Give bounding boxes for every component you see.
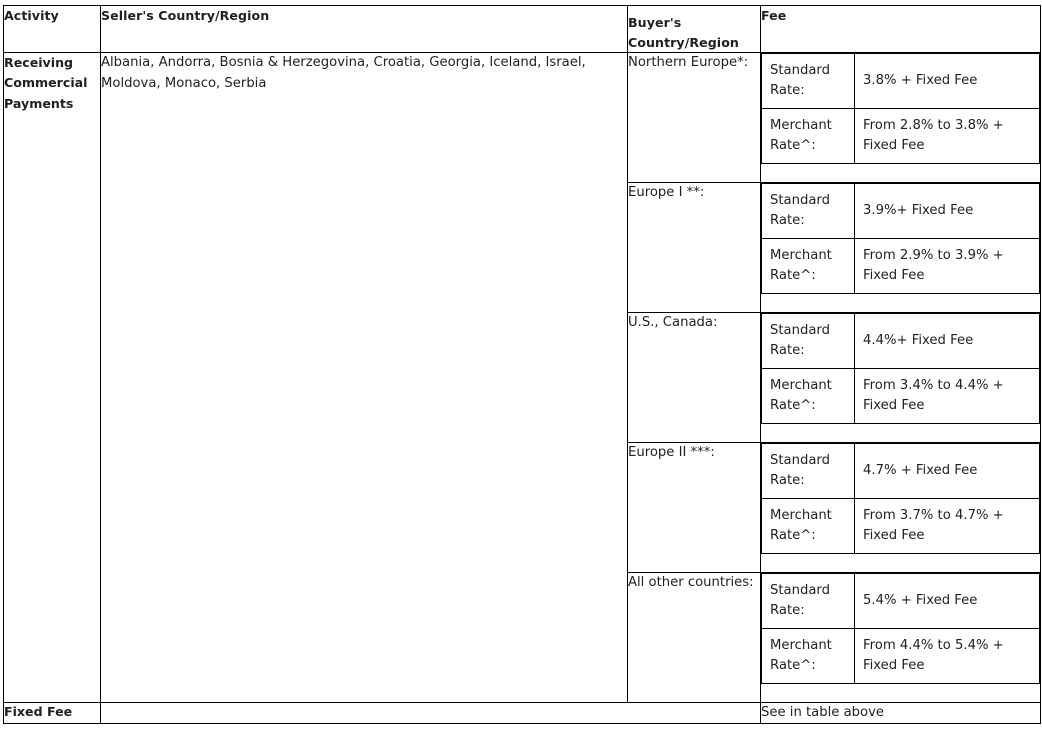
rate-table: Standard Rate: 4.7% + Fixed Fee Merchant…	[761, 443, 1040, 555]
fee-cell: Standard Rate: 4.4%+ Fixed Fee Merchant …	[760, 312, 1041, 444]
standard-rate-row: Standard Rate: 4.7% + Fixed Fee	[761, 443, 1040, 500]
merchant-rate-label: Merchant Rate^:	[761, 368, 855, 425]
merchant-rate-value: From 2.8% to 3.8% + Fixed Fee	[854, 108, 1040, 165]
fee-cell: Standard Rate: 3.9%+ Fixed Fee Merchant …	[760, 182, 1041, 314]
seller-country-cell: Albania, Andorra, Bosnia & Herzegovina, …	[100, 52, 628, 704]
merchant-rate-value: From 3.4% to 4.4% + Fixed Fee	[854, 368, 1040, 425]
fee-cell: Standard Rate: 5.4% + Fixed Fee Merchant…	[760, 572, 1041, 704]
fixed-fee-label: Fixed Fee	[3, 702, 101, 724]
fixed-fee-value: See in table above	[760, 702, 1041, 724]
standard-rate-row: Standard Rate: 3.8% + Fixed Fee	[761, 53, 1040, 110]
rate-table: Standard Rate: 3.9%+ Fixed Fee Merchant …	[761, 183, 1040, 295]
standard-rate-row: Standard Rate: 3.9%+ Fixed Fee	[761, 183, 1040, 240]
merchant-rate-row: Merchant Rate^: From 2.9% to 3.9% + Fixe…	[761, 238, 1040, 295]
standard-rate-row: Standard Rate: 5.4% + Fixed Fee	[761, 573, 1040, 630]
standard-rate-value: 3.9%+ Fixed Fee	[854, 183, 1040, 240]
column-header-activity: Activity	[3, 4, 101, 54]
merchant-rate-row: Merchant Rate^: From 3.4% to 4.4% + Fixe…	[761, 368, 1040, 425]
merchant-rate-value: From 4.4% to 5.4% + Fixed Fee	[854, 628, 1040, 685]
header-row: Activity Seller's Country/Region Buyer's…	[3, 4, 1041, 54]
fee-schedule-container: Activity Seller's Country/Region Buyer's…	[0, 0, 1042, 739]
column-header-buyer-country: Buyer's Country/Region	[627, 4, 761, 54]
activity-cell: Receiving Commercial Payments	[3, 52, 101, 704]
rate-table: Standard Rate: 3.8% + Fixed Fee Merchant…	[761, 53, 1040, 165]
column-header-fee: Fee	[760, 4, 1041, 54]
standard-rate-label: Standard Rate:	[761, 53, 855, 110]
standard-rate-label: Standard Rate:	[761, 443, 855, 500]
standard-rate-value: 4.4%+ Fixed Fee	[854, 313, 1040, 370]
fee-cell: Standard Rate: 3.8% + Fixed Fee Merchant…	[760, 52, 1041, 184]
merchant-rate-label: Merchant Rate^:	[761, 628, 855, 685]
rate-table: Standard Rate: 5.4% + Fixed Fee Merchant…	[761, 573, 1040, 685]
table-body: Receiving Commercial Payments Albania, A…	[3, 52, 1041, 724]
merchant-rate-label: Merchant Rate^:	[761, 498, 855, 555]
merchant-rate-value: From 3.7% to 4.7% + Fixed Fee	[854, 498, 1040, 555]
standard-rate-label: Standard Rate:	[761, 183, 855, 240]
merchant-rate-label: Merchant Rate^:	[761, 108, 855, 165]
merchant-rate-row: Merchant Rate^: From 2.8% to 3.8% + Fixe…	[761, 108, 1040, 165]
column-header-seller-country: Seller's Country/Region	[100, 4, 628, 54]
buyer-country-cell: Europe I **:	[627, 182, 761, 314]
table-header: Activity Seller's Country/Region Buyer's…	[3, 4, 1041, 54]
standard-rate-value: 3.8% + Fixed Fee	[854, 53, 1040, 110]
standard-rate-value: 5.4% + Fixed Fee	[854, 573, 1040, 630]
fee-cell: Standard Rate: 4.7% + Fixed Fee Merchant…	[760, 442, 1041, 574]
fixed-fee-row: Fixed Fee See in table above	[3, 702, 1041, 724]
merchant-rate-value: From 2.9% to 3.9% + Fixed Fee	[854, 238, 1040, 295]
merchant-rate-row: Merchant Rate^: From 3.7% to 4.7% + Fixe…	[761, 498, 1040, 555]
merchant-rate-label: Merchant Rate^:	[761, 238, 855, 295]
buyer-country-cell: Northern Europe*:	[627, 52, 761, 184]
standard-rate-value: 4.7% + Fixed Fee	[854, 443, 1040, 500]
fee-schedule-table: Activity Seller's Country/Region Buyer's…	[3, 4, 1041, 724]
buyer-country-cell: U.S., Canada:	[627, 312, 761, 444]
fixed-fee-blank-cell	[100, 702, 761, 724]
table-row: Receiving Commercial Payments Albania, A…	[3, 52, 1041, 704]
rate-table: Standard Rate: 4.4%+ Fixed Fee Merchant …	[761, 313, 1040, 425]
buyer-country-cell: All other countries:	[627, 572, 761, 704]
merchant-rate-row: Merchant Rate^: From 4.4% to 5.4% + Fixe…	[761, 628, 1040, 685]
standard-rate-row: Standard Rate: 4.4%+ Fixed Fee	[761, 313, 1040, 370]
standard-rate-label: Standard Rate:	[761, 313, 855, 370]
standard-rate-label: Standard Rate:	[761, 573, 855, 630]
buyer-country-cell: Europe II ***:	[627, 442, 761, 574]
